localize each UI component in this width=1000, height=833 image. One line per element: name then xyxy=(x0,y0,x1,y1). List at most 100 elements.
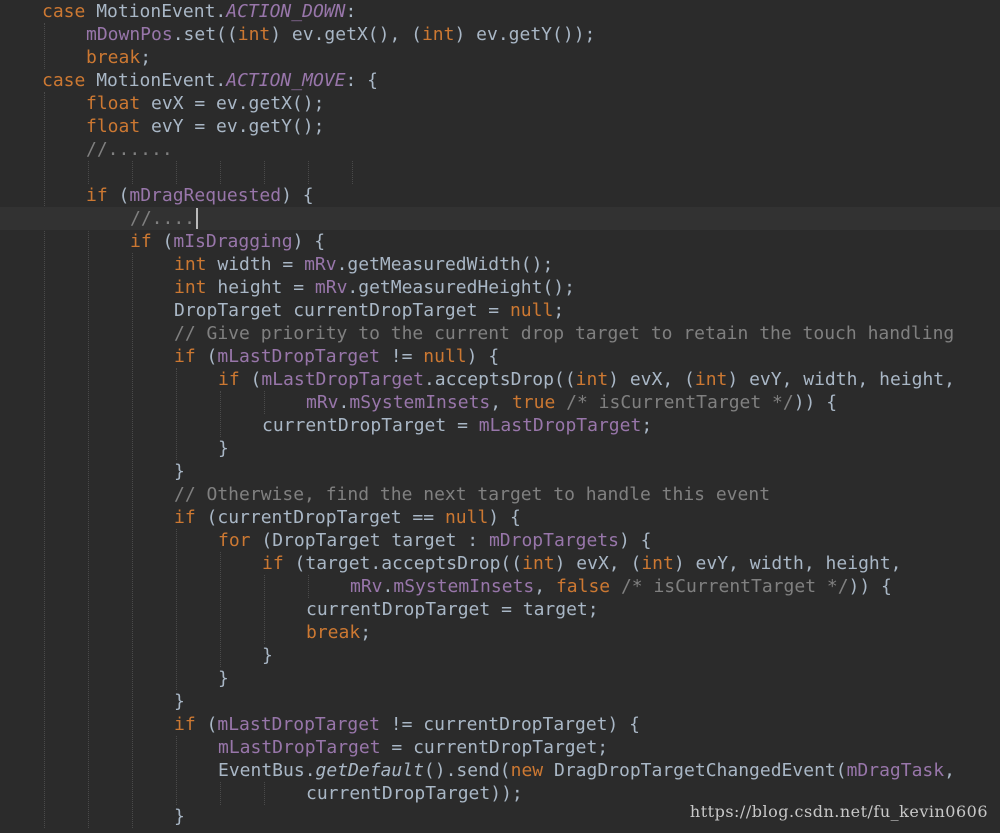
code-token: : { xyxy=(345,70,378,91)
code-token: if xyxy=(130,231,152,252)
code-line-text: // Otherwise, find the next target to ha… xyxy=(174,483,770,506)
code-token: evX = ev.getX(); xyxy=(140,93,325,114)
code-line-text: EventBus.getDefault().send(new DragDropT… xyxy=(218,759,955,782)
code-token: != currentDropTarget) { xyxy=(379,714,641,735)
code-token: ) evX, ( xyxy=(608,369,695,390)
code-token: mLastDropTarget xyxy=(218,737,381,758)
code-token: ) { xyxy=(618,530,652,551)
code-token: getDefault xyxy=(315,760,424,781)
code-line[interactable]: case MotionEvent.ACTION_DOWN: xyxy=(0,0,1000,23)
code-token: : xyxy=(345,1,357,22)
code-token: mDownPos xyxy=(86,24,173,45)
code-line[interactable]: if (currentDropTarget == null) { xyxy=(0,506,1000,529)
code-line[interactable]: } xyxy=(0,690,1000,713)
code-token: ( xyxy=(107,185,130,206)
code-line[interactable]: // Otherwise, find the next target to ha… xyxy=(0,483,1000,506)
code-line[interactable]: mRv.mSystemInsets, true /* isCurrentTarg… xyxy=(0,391,1000,414)
code-editor[interactable]: case MotionEvent.ACTION_DOWN: mDownPos.se… xyxy=(0,0,1000,833)
code-token: ().send( xyxy=(423,760,511,781)
code-token: .getMeasuredWidth(); xyxy=(336,254,554,275)
code-line-text: if (target.acceptsDrop((int) evX, (int) … xyxy=(262,552,901,575)
code-line[interactable]: } xyxy=(0,667,1000,690)
code-token: ; xyxy=(360,622,372,643)
code-token: } xyxy=(174,691,185,712)
code-token: , xyxy=(944,760,955,781)
code-token: break xyxy=(306,622,361,643)
code-token: /* isCurrentTarget */ xyxy=(610,576,849,597)
code-line-text: float evY = ev.getY(); xyxy=(86,115,324,138)
code-line[interactable]: if (mLastDropTarget != null) { xyxy=(0,345,1000,368)
code-line[interactable]: currentDropTarget = mLastDropTarget; xyxy=(0,414,1000,437)
code-line-text: } xyxy=(174,805,185,828)
code-token: null xyxy=(423,346,467,367)
code-line[interactable]: currentDropTarget = target; xyxy=(0,598,1000,621)
code-token: if xyxy=(262,553,284,574)
code-line-text: currentDropTarget)); xyxy=(306,782,523,805)
code-line-text: if (mDragRequested) { xyxy=(86,184,314,207)
code-line-text: case MotionEvent.ACTION_DOWN: xyxy=(42,0,356,23)
code-line[interactable]: if (mDragRequested) { xyxy=(0,184,1000,207)
code-token: } xyxy=(218,668,229,689)
code-line[interactable]: break; xyxy=(0,46,1000,69)
code-line[interactable]: } xyxy=(0,644,1000,667)
code-line[interactable]: for (DropTarget target : mDropTargets) { xyxy=(0,529,1000,552)
code-token: ; xyxy=(553,300,565,321)
code-line[interactable]: } xyxy=(0,460,1000,483)
code-token: int xyxy=(174,277,207,298)
code-line-text: for (DropTarget target : mDropTargets) { xyxy=(218,529,652,552)
code-token: currentDropTarget = xyxy=(262,415,479,436)
code-line[interactable]: if (mIsDragging) { xyxy=(0,230,1000,253)
code-line[interactable]: //.... xyxy=(0,207,1000,230)
code-token: ) { xyxy=(281,185,314,206)
code-token: float xyxy=(86,93,141,114)
code-token: int xyxy=(421,24,455,45)
code-line[interactable]: //...... xyxy=(0,138,1000,161)
code-token: ) evY, width, height, xyxy=(727,369,955,390)
code-line[interactable]: float evX = ev.getX(); xyxy=(0,92,1000,115)
code-line[interactable]: if (target.acceptsDrop((int) evX, (int) … xyxy=(0,552,1000,575)
code-line[interactable]: case MotionEvent.ACTION_MOVE: { xyxy=(0,69,1000,92)
code-line[interactable]: mLastDropTarget = currentDropTarget; xyxy=(0,736,1000,759)
code-line-text: int width = mRv.getMeasuredWidth(); xyxy=(174,253,553,276)
code-token: mLastDropTarget xyxy=(261,369,424,390)
code-line-text: if (mLastDropTarget != null) { xyxy=(174,345,499,368)
code-line[interactable]: } xyxy=(0,437,1000,460)
code-line[interactable]: break; xyxy=(0,621,1000,644)
code-line-text: if (currentDropTarget == null) { xyxy=(174,506,521,529)
code-line[interactable]: // Give priority to the current drop tar… xyxy=(0,322,1000,345)
code-line[interactable]: EventBus.getDefault().send(new DragDropT… xyxy=(0,759,1000,782)
code-line-text: } xyxy=(218,667,229,690)
code-line-text: mRv.mSystemInsets, true /* isCurrentTarg… xyxy=(306,391,837,414)
code-token: int xyxy=(641,553,674,574)
code-line[interactable]: if (mLastDropTarget.acceptsDrop((int) ev… xyxy=(0,368,1000,391)
code-line-text: case MotionEvent.ACTION_MOVE: { xyxy=(42,69,378,92)
code-line-text: mDownPos.set((int) ev.getX(), (int) ev.g… xyxy=(86,23,595,46)
code-token: height = xyxy=(206,277,315,298)
code-line-text: if (mLastDropTarget != currentDropTarget… xyxy=(174,713,640,736)
code-line-text: DropTarget currentDropTarget = null; xyxy=(174,299,564,322)
code-token: case xyxy=(42,70,86,91)
code-line[interactable]: DropTarget currentDropTarget = null; xyxy=(0,299,1000,322)
code-line[interactable]: float evY = ev.getY(); xyxy=(0,115,1000,138)
code-token: ; xyxy=(641,415,653,436)
code-token: MotionEvent. xyxy=(85,1,227,22)
code-token: if xyxy=(218,369,240,390)
code-token: break xyxy=(86,47,141,68)
text-caret xyxy=(196,208,199,229)
code-token: null xyxy=(444,507,489,528)
code-line-text: if (mIsDragging) { xyxy=(130,230,325,253)
code-line-text: currentDropTarget = mLastDropTarget; xyxy=(262,414,652,437)
code-token: ; xyxy=(140,47,152,68)
code-token: mRv xyxy=(304,254,337,275)
code-line-text: } xyxy=(218,437,229,460)
code-token: // Give priority to the current drop tar… xyxy=(174,323,955,344)
code-line[interactable]: int height = mRv.getMeasuredHeight(); xyxy=(0,276,1000,299)
code-line[interactable]: if (mLastDropTarget != currentDropTarget… xyxy=(0,713,1000,736)
code-line[interactable] xyxy=(0,161,1000,184)
code-token: /* isCurrentTarget */ xyxy=(555,392,794,413)
code-token: ( xyxy=(239,369,262,390)
code-token: ( xyxy=(195,714,218,735)
code-line[interactable]: mRv.mSystemInsets, false /* isCurrentTar… xyxy=(0,575,1000,598)
code-line[interactable]: mDownPos.set((int) ev.getX(), (int) ev.g… xyxy=(0,23,1000,46)
code-line[interactable]: int width = mRv.getMeasuredWidth(); xyxy=(0,253,1000,276)
